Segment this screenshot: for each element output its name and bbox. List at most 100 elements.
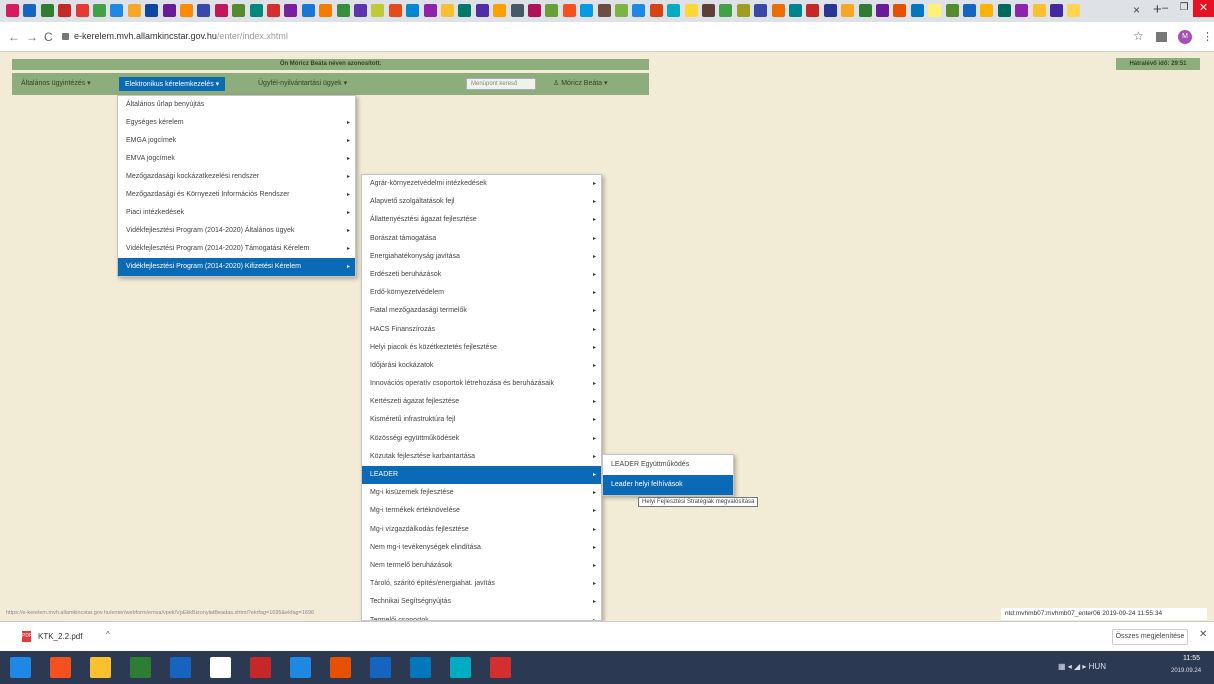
window-close-button[interactable]: ✕ xyxy=(1193,0,1214,17)
tab-favicon-icon[interactable] xyxy=(441,4,454,17)
tab-favicon-icon[interactable] xyxy=(719,4,733,17)
menu-search-input[interactable]: Menüpont kereső xyxy=(466,78,536,90)
menu-item[interactable]: Nem mg-i tevékenységek elindítása ▸ xyxy=(362,539,601,557)
menu-item[interactable]: Időjárási kockázatok ▸ xyxy=(362,357,601,375)
user-menu[interactable]: ♙ Móricz Beáta ▾ xyxy=(553,79,608,87)
tab-favicon-icon[interactable] xyxy=(1015,4,1029,17)
menu-item[interactable]: Leader helyi felhívások xyxy=(603,475,733,495)
tab-favicon-icon[interactable] xyxy=(267,4,280,17)
menu-item[interactable]: Borászat támogatása ▸ xyxy=(362,230,601,248)
menu-item[interactable]: LEADER Együttműködés xyxy=(603,455,733,475)
tab-favicon-icon[interactable] xyxy=(841,4,855,17)
nav-general-affairs[interactable]: Általános ügyintézés ▾ xyxy=(21,79,91,87)
forward-button[interactable]: → xyxy=(26,30,38,44)
menu-item[interactable]: Tároló, szárító építés/energiahat. javít… xyxy=(362,575,601,593)
taskbar-app-icon[interactable] xyxy=(130,657,151,678)
tab-favicon-icon[interactable] xyxy=(145,4,159,17)
tab-favicon-icon[interactable] xyxy=(493,4,507,17)
tab-favicon-icon[interactable] xyxy=(667,4,681,17)
tab-favicon-icon[interactable] xyxy=(423,4,437,17)
tab-favicon-icon[interactable] xyxy=(75,4,89,17)
menu-item[interactable]: Technikai Segítségnyújtás ▸ xyxy=(362,593,601,611)
taskbar-app-icon[interactable] xyxy=(10,657,31,678)
menu-item[interactable]: Állattenyésztési ágazat fejlesztése ▸ xyxy=(362,211,601,229)
taskbar-app-icon[interactable] xyxy=(250,657,271,678)
tab-favicon-icon[interactable] xyxy=(58,4,72,17)
tab-favicon-icon[interactable] xyxy=(180,4,193,17)
tab-favicon-icon[interactable] xyxy=(876,4,889,17)
tab-favicon-icon[interactable] xyxy=(928,4,942,17)
tab-favicon-icon[interactable] xyxy=(980,4,994,17)
tab-favicon-icon[interactable] xyxy=(910,4,924,17)
tab-favicon-icon[interactable] xyxy=(23,4,37,17)
tab-favicon-icon[interactable] xyxy=(702,4,715,17)
close-download-shelf-button[interactable]: ✕ xyxy=(1199,629,1207,640)
menu-item[interactable]: Kisméretű infrastruktúra fejl ▸ xyxy=(362,411,601,429)
profile-avatar[interactable]: M xyxy=(1178,30,1192,44)
tab-favicon-icon[interactable] xyxy=(893,4,907,17)
menu-item[interactable]: Mg-i vízgazdálkodás fejlesztése ▸ xyxy=(362,521,601,539)
tab-favicon-icon[interactable] xyxy=(545,4,559,17)
tab-favicon-icon[interactable] xyxy=(1067,4,1081,17)
menu-item[interactable]: EMVA jogcímek ▸ xyxy=(118,150,355,168)
menu-item[interactable]: Mg-i kisüzemek fejlesztése ▸ xyxy=(362,484,601,502)
tab-favicon-icon[interactable] xyxy=(388,4,402,17)
tab-favicon-icon[interactable] xyxy=(945,4,959,17)
download-item[interactable]: KTK_2.2.pdf xyxy=(38,632,82,641)
tab-favicon-icon[interactable] xyxy=(736,4,750,17)
menu-item[interactable]: Mg-i termékek értéknövelése ▸ xyxy=(362,502,601,520)
menu-item[interactable]: Piaci intézkedések ▸ xyxy=(118,204,355,222)
menu-item[interactable]: Nem termelő beruházások ▸ xyxy=(362,557,601,575)
nav-client-registry[interactable]: Ügyfél-nyilvántartási ügyek ▾ xyxy=(258,79,347,87)
taskbar-app-icon[interactable] xyxy=(210,657,231,678)
taskbar-app-icon[interactable] xyxy=(170,657,191,678)
tab-favicon-icon[interactable] xyxy=(232,4,246,17)
menu-item[interactable]: Agrár-környezetvédelmi intézkedések ▸ xyxy=(362,175,601,193)
window-maximize-button[interactable]: ❐ xyxy=(1175,2,1193,16)
taskbar-app-icon[interactable] xyxy=(90,657,111,678)
tab-favicon-icon[interactable] xyxy=(754,4,768,17)
menu-item[interactable]: Általános űrlap benyújtás xyxy=(118,96,355,114)
menu-item[interactable]: Erdő-környezetvédelem ▸ xyxy=(362,284,601,302)
back-button[interactable]: ← xyxy=(8,30,20,44)
menu-item[interactable]: Energiahatékonyság javítása ▸ xyxy=(362,248,601,266)
reload-button[interactable]: C xyxy=(44,30,53,44)
tab-favicon-icon[interactable] xyxy=(475,4,489,17)
tab-favicon-icon[interactable] xyxy=(562,4,576,17)
tab-favicon-icon[interactable] xyxy=(806,4,820,17)
tab-favicon-icon[interactable] xyxy=(858,4,872,17)
menu-item[interactable]: LEADER ▸ xyxy=(362,466,601,485)
tab-favicon-icon[interactable] xyxy=(319,4,333,17)
menu-item[interactable]: Vidékfejlesztési Program (2014-2020) Kif… xyxy=(118,258,355,276)
taskbar-app-icon[interactable] xyxy=(290,657,311,678)
tab-favicon-icon[interactable] xyxy=(632,4,646,17)
taskbar-app-icon[interactable] xyxy=(330,657,351,678)
browser-menu-icon[interactable]: ⋮ xyxy=(1202,30,1213,43)
menu-item[interactable]: Mezőgazdasági és Környezeti Információs … xyxy=(118,186,355,204)
taskbar-app-icon[interactable] xyxy=(450,657,471,678)
taskbar-app-icon[interactable] xyxy=(50,657,71,678)
bookmark-star-icon[interactable]: ☆ xyxy=(1133,29,1144,43)
tab-favicon-icon[interactable] xyxy=(93,4,106,17)
download-options-chevron-icon[interactable]: ^ xyxy=(106,630,110,639)
tab-favicon-icon[interactable] xyxy=(1050,4,1063,17)
tab-favicon-icon[interactable] xyxy=(684,4,698,17)
tab-favicon-icon[interactable] xyxy=(615,4,628,17)
tab-favicon-icon[interactable] xyxy=(406,4,420,17)
tab-favicon-icon[interactable] xyxy=(580,4,594,17)
system-tray[interactable]: ▦ ◂ ◢ ▸ HUN xyxy=(1058,662,1106,671)
tab-favicon-icon[interactable] xyxy=(528,4,541,17)
menu-item[interactable]: EMGA jogcímek ▸ xyxy=(118,132,355,150)
tab-favicon-icon[interactable] xyxy=(789,4,802,17)
menu-item[interactable]: Közösségi együttműködések ▸ xyxy=(362,430,601,448)
tab-favicon-icon[interactable] xyxy=(823,4,837,17)
tab-favicon-icon[interactable] xyxy=(458,4,472,17)
tab-favicon-icon[interactable] xyxy=(336,4,350,17)
menu-item[interactable]: Mezőgazdasági kockázatkezelési rendszer ▸ xyxy=(118,168,355,186)
menu-item[interactable]: Innovációs operatív csoportok létrehozás… xyxy=(362,375,601,393)
address-bar[interactable]: e-kerelem.mvh.allamkincstar.gov.hu/enter… xyxy=(74,31,288,41)
tab-close-button[interactable]: × xyxy=(1133,3,1140,17)
tab-favicon-icon[interactable] xyxy=(110,4,124,17)
tab-favicon-icon[interactable] xyxy=(510,4,524,17)
menu-item[interactable]: Egységes kérelem ▸ xyxy=(118,114,355,132)
